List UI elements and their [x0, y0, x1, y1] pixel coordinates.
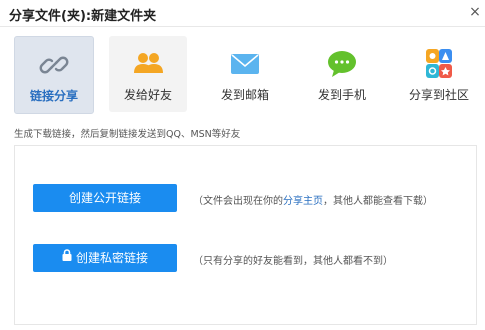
share-hint: 生成下载链接，然后复制链接发送到QQ、MSN等好友	[14, 129, 241, 140]
dialog-title-bar: 分享文件(夹):新建文件夹 ×	[0, 0, 485, 27]
link-icon	[38, 50, 70, 80]
create-private-link-label: 创建私密链接	[75, 251, 148, 265]
create-private-link-button[interactable]: 创建私密链接	[33, 244, 177, 272]
create-public-link-button[interactable]: 创建公开链接	[33, 184, 177, 212]
close-button[interactable]: ×	[467, 3, 483, 21]
tab-label: 发到手机	[317, 88, 366, 102]
chat-icon	[326, 49, 358, 79]
public-desc-suffix: ，其他人都能查看下载）	[323, 196, 433, 207]
tab-label: 链接分享	[29, 89, 78, 103]
tab-label: 发给好友	[123, 88, 172, 102]
tab-send-phone[interactable]: 发到手机	[303, 36, 381, 112]
public-link-description: （文件会出现在你的分享主页，其他人都能查看下载）	[193, 192, 433, 207]
create-public-link-label: 创建公开链接	[68, 191, 141, 205]
tab-label: 发到邮箱	[220, 88, 269, 102]
community-icon	[423, 49, 455, 79]
tab-send-mail[interactable]: 发到邮箱	[206, 36, 284, 112]
friends-icon	[132, 49, 164, 79]
share-method-tabs: 链接分享 发给好友 发到邮箱 发到手机 分享到社区	[14, 36, 484, 116]
tab-link-share[interactable]: 链接分享	[14, 36, 94, 114]
share-homepage-link[interactable]: 分享主页	[283, 196, 323, 207]
lock-icon	[62, 243, 72, 271]
private-link-description: （只有分享的好友能看到，其他人都看不到）	[193, 256, 393, 267]
tab-send-friends[interactable]: 发给好友	[109, 36, 187, 112]
tab-label: 分享到社区	[408, 88, 469, 102]
mail-icon	[229, 49, 261, 79]
public-desc-prefix: （文件会出现在你的	[193, 196, 283, 207]
link-share-panel: 创建公开链接 （文件会出现在你的分享主页，其他人都能查看下载） 创建私密链接 （…	[14, 145, 477, 325]
tab-share-community[interactable]: 分享到社区	[400, 36, 478, 112]
dialog-title: 分享文件(夹):新建文件夹	[9, 9, 157, 24]
